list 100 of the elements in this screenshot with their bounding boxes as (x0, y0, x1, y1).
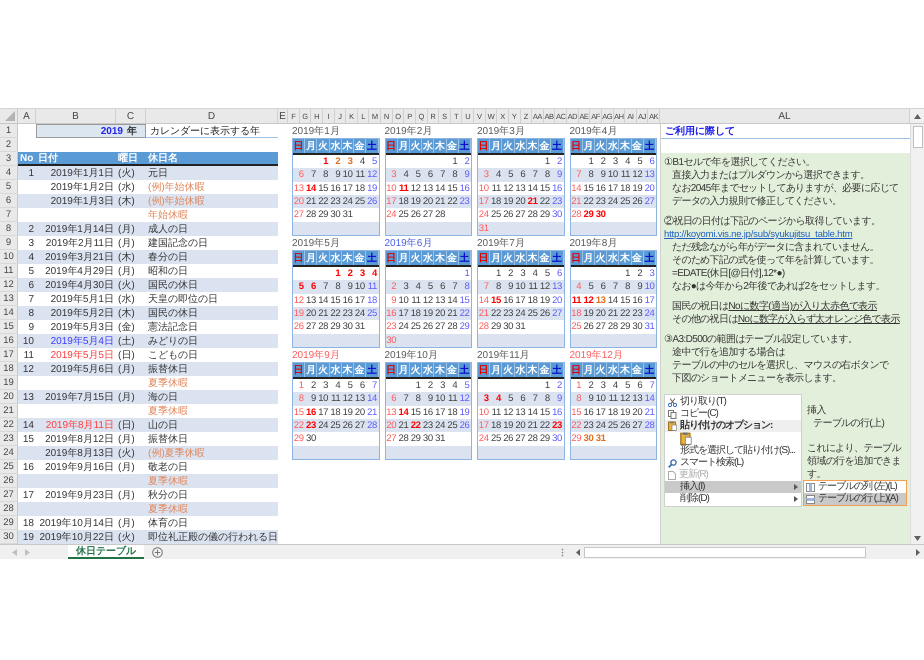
year-cell[interactable]: 2019 年 (36, 124, 146, 138)
row-heading[interactable]: 25 (0, 460, 18, 474)
row-heading[interactable]: 27 (0, 488, 18, 502)
left-arrow-icon[interactable] (576, 548, 580, 556)
weekday-cell: 日 (386, 251, 398, 265)
row-heading[interactable]: 7 (0, 208, 18, 222)
row-heading[interactable]: 15 (0, 320, 18, 334)
table-cell-text: (月) (118, 517, 135, 530)
sheet-tab[interactable]: 休日テーブル (68, 545, 144, 559)
day-cell: 20 (644, 182, 655, 194)
scroll-thumb[interactable] (584, 546, 866, 558)
day-cell: 23 (422, 420, 433, 432)
day-cell: 14 (306, 182, 316, 194)
right-arrow-icon[interactable] (916, 548, 920, 556)
day-cell: 20 (386, 420, 396, 432)
menu-item[interactable]: 挿入(I) (665, 481, 801, 493)
day-cell: 20 (596, 308, 606, 320)
menu-item[interactable]: スマート検索(L) (665, 457, 801, 469)
row-heading[interactable]: 11 (0, 264, 18, 278)
day-cell: 28 (644, 420, 655, 432)
row-heading[interactable]: 4 (0, 166, 18, 180)
weekday-cell: 金 (632, 251, 644, 265)
day-cell: 5 (372, 156, 378, 168)
day-cell: 2 (588, 380, 594, 392)
table-cell-text: 2019年9月16日 (45, 461, 114, 474)
day-cell: 18 (398, 196, 408, 208)
submenu-item[interactable]: テーブルの列 (左)(L) (804, 481, 906, 493)
row-heading[interactable]: 16 (0, 334, 18, 348)
row-heading[interactable]: 1 (0, 124, 18, 138)
day-cell: 14 (571, 182, 582, 194)
weekday-cell: 火 (502, 251, 515, 265)
row-heading[interactable]: 22 (0, 418, 18, 432)
row-heading[interactable]: 13 (0, 292, 18, 306)
day-cell: 17 (644, 294, 655, 306)
table-cell: 14 (22, 420, 34, 430)
row-heading[interactable]: 12 (0, 278, 18, 292)
row-heading[interactable]: 6 (0, 194, 18, 208)
day-cell: 4 (360, 156, 365, 168)
column-heading[interactable]: A (18, 109, 36, 123)
year-value: 2019 (100, 126, 123, 136)
row-heading[interactable]: 3 (0, 152, 18, 166)
row-heading[interactable]: 30 (0, 530, 18, 544)
row-heading[interactable]: 20 (0, 390, 18, 404)
row-heading[interactable]: 29 (0, 516, 18, 530)
link[interactable]: http://koyomi.vis.ne.jp/sub/syukujitsu_table.htm (664, 228, 908, 241)
table-cell-text: 2019年10月14日 (40, 517, 114, 530)
triangle-icon[interactable] (5, 111, 15, 121)
calendar-title: 2019年4月 (570, 125, 618, 138)
day-cell: 31 (342, 209, 353, 220)
dots-icon[interactable] (561, 548, 564, 556)
column-heading[interactable]: D (146, 109, 278, 123)
row-heading[interactable]: 19 (0, 376, 18, 390)
day-cell: 27 (552, 308, 562, 320)
day-cell: 15 (318, 182, 328, 194)
note-text: ただ残念ながら年がデータに含まれていません。 (671, 241, 880, 254)
menu-item[interactable]: 削除(D) (665, 493, 801, 505)
day-cell: 11 (448, 393, 458, 404)
row-heading[interactable]: 21 (0, 404, 18, 418)
row-heading[interactable]: 24 (0, 446, 18, 460)
plus-circle-icon[interactable] (152, 546, 163, 558)
day-cell: 12 (410, 182, 421, 194)
row-heading[interactable]: 8 (0, 222, 18, 236)
day-cell: 15 (490, 294, 501, 306)
table-cell-text: (木) (118, 194, 135, 208)
column-heading[interactable]: E (278, 109, 288, 123)
column-heading[interactable]: B (36, 109, 116, 123)
day-cell: 10 (608, 169, 618, 180)
row-heading[interactable]: 2 (0, 138, 18, 152)
day-cell: 2 (557, 380, 562, 392)
down-arrow-icon[interactable] (914, 536, 921, 541)
up-arrow-icon[interactable] (914, 114, 920, 118)
row-heading[interactable]: 18 (0, 362, 18, 376)
row-heading[interactable]: 9 (0, 236, 18, 250)
day-cell: 22 (330, 308, 340, 320)
menu-item[interactable]: 切り取り(T) (665, 396, 801, 408)
day-cell: 24 (398, 321, 408, 332)
row-heading[interactable]: 26 (0, 474, 18, 488)
day-cell: 2 (464, 156, 470, 168)
menu-item[interactable]: コピー(C) (665, 408, 801, 420)
weekday-cell: 水 (422, 251, 434, 265)
note-text: 直接入力またはプルダウンから選択できます。 (671, 169, 870, 182)
row-heading[interactable]: 28 (0, 502, 18, 516)
day-cell: 26 (503, 209, 514, 220)
row-heading[interactable]: 5 (0, 180, 18, 194)
day-cell: 27 (515, 433, 526, 444)
day-cell: 18 (490, 196, 501, 208)
row-heading[interactable]: 17 (0, 348, 18, 362)
row-heading[interactable]: 23 (0, 432, 18, 446)
row-heading[interactable]: 14 (0, 306, 18, 320)
column-heading[interactable]: C (116, 109, 146, 123)
menu-item[interactable]: 貼り付けのオプション: (665, 420, 801, 432)
scroll-thumb[interactable] (912, 126, 922, 148)
scrollbar[interactable] (910, 124, 924, 544)
menu-item[interactable]: 形式を選択して貼り付け(S)... (665, 445, 801, 457)
day-cell: 20 (515, 196, 526, 208)
row-heading[interactable]: 10 (0, 250, 18, 264)
weekday-cell: 火 (594, 251, 608, 265)
table-cell-text: 春分の日 (148, 251, 188, 264)
day-cell: 12 (460, 393, 470, 404)
submenu-item[interactable]: テーブルの行 (上)(A) (804, 493, 906, 505)
